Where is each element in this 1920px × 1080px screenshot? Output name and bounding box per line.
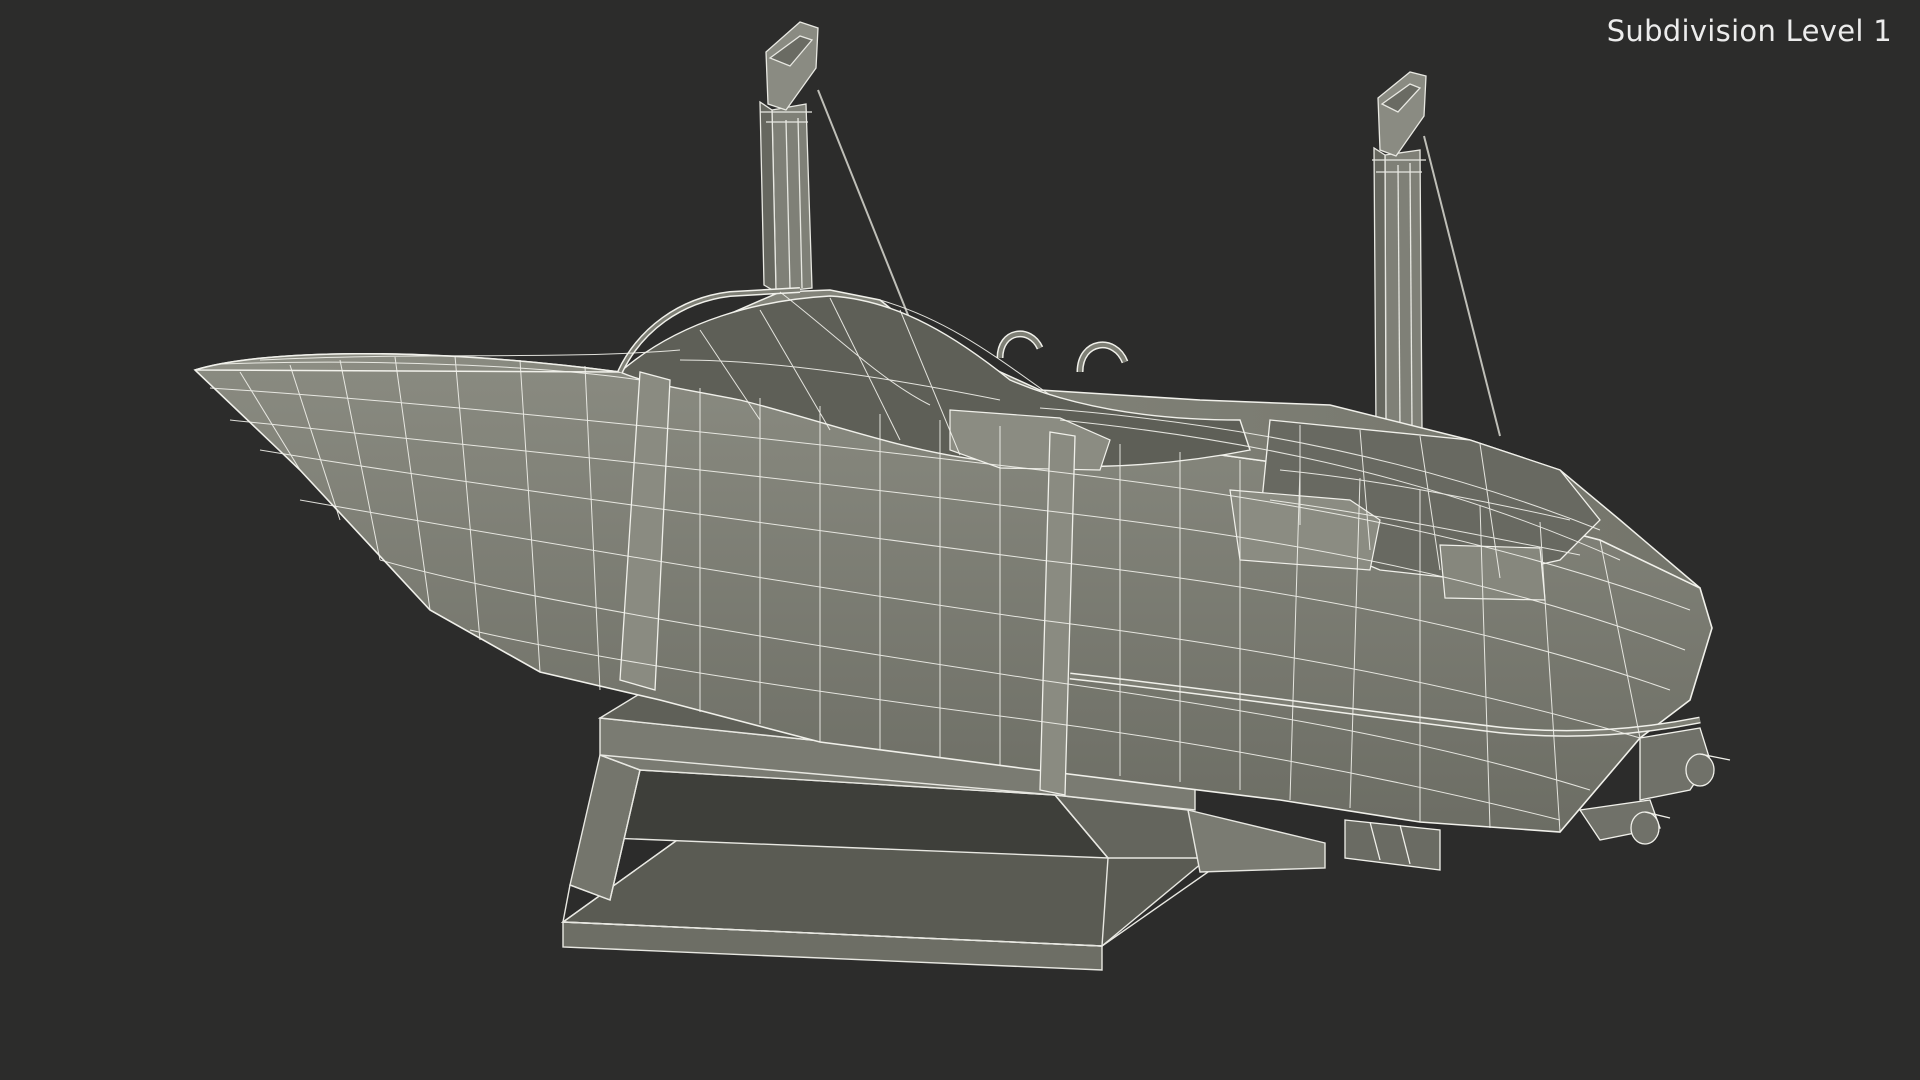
- render-viewport: Subdivision Level 1: [0, 0, 1920, 1080]
- lift-post-right: [1372, 71, 1501, 437]
- lift-post-left: [759, 21, 911, 321]
- boat-wireframe-render: [193, 21, 1731, 971]
